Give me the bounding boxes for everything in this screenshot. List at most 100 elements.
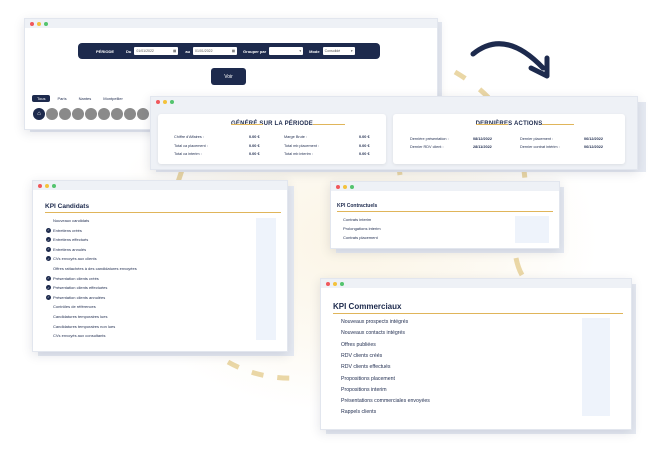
list-item[interactable]: RDV clients créés xyxy=(341,353,382,359)
list-item-label: Candidatures temporaires non lues xyxy=(53,323,116,329)
close-dot-icon[interactable] xyxy=(38,183,42,188)
dernier-contrat-label: Dernier contrat intérim : xyxy=(520,145,560,149)
tab-montpellier[interactable]: Montpellier xyxy=(98,95,128,102)
avatar[interactable] xyxy=(124,108,136,120)
list-item[interactable]: Nouveaux candidats xyxy=(53,218,89,223)
list-item[interactable]: Propositions placement xyxy=(341,376,395,382)
genere-panel: GÉNÉRÉ SUR LA PÉRIODE xyxy=(158,114,386,164)
mb-interim-label: Total mb interim : xyxy=(284,152,313,156)
dernier-placement-value: 06/12/2022 xyxy=(584,137,604,141)
minimize-dot-icon[interactable] xyxy=(37,21,41,26)
list-item-label: Entretiens effectués xyxy=(53,237,89,243)
grouper-select[interactable]: ▾ xyxy=(269,47,304,55)
candidats-sidebar xyxy=(256,218,276,340)
maximize-dot-icon[interactable] xyxy=(44,21,48,26)
check-icon: ✓ xyxy=(46,227,51,233)
dernier-placement-label: Dernier placement : xyxy=(520,137,554,141)
list-item[interactable]: Offres rattachées à des candidatures env… xyxy=(53,266,137,271)
grouper-label: Grouper par xyxy=(243,48,267,54)
date-to-input[interactable]: 01/01/2022 ▦ xyxy=(193,47,238,55)
mb-placement-label: Total mb placement : xyxy=(284,144,320,148)
avatar[interactable] xyxy=(59,108,71,120)
voir-button[interactable]: Voir xyxy=(211,68,246,85)
list-item[interactable]: RDV clients effectués xyxy=(341,364,391,370)
list-item-label: Entretiens créés xyxy=(53,227,82,233)
maximize-dot-icon[interactable] xyxy=(340,281,344,286)
avatar[interactable] xyxy=(137,108,149,120)
window-titlebar xyxy=(33,181,287,190)
mode-select[interactable]: Consolidé ▾ xyxy=(322,47,355,55)
genere-title: GÉNÉRÉ SUR LA PÉRIODE xyxy=(158,121,386,127)
minimize-dot-icon[interactable] xyxy=(45,183,49,188)
list-item[interactable]: Offres publiées xyxy=(341,342,376,348)
list-item[interactable]: ✓ CVs envoyés aux clients xyxy=(46,256,97,262)
dernier-contrat-value: 06/12/2022 xyxy=(584,145,604,149)
list-item[interactable]: Nouveaux contacts intégrés xyxy=(341,330,405,336)
list-item[interactable]: ✓ Présentation clients annulées xyxy=(46,294,105,300)
list-item[interactable]: Contrats placement xyxy=(343,235,378,240)
maximize-dot-icon[interactable] xyxy=(170,99,174,104)
close-dot-icon[interactable] xyxy=(156,99,160,104)
ca-placement-label: Total ca placement : xyxy=(174,144,208,148)
home-icon[interactable]: ⌂ xyxy=(33,108,45,120)
du-label: Du xyxy=(126,48,132,54)
stage: PÉRIODE Du 01/01/2022 ▦ au 01/01/2022 ▦ Gr… xyxy=(0,0,669,457)
avatar[interactable] xyxy=(111,108,123,120)
minimize-dot-icon[interactable] xyxy=(343,184,347,189)
derniere-presentation-label: Dernière présentation : xyxy=(410,137,449,141)
maximize-dot-icon[interactable] xyxy=(52,183,56,188)
mb-placement-value: 0.00 € xyxy=(359,144,370,148)
close-dot-icon[interactable] xyxy=(326,281,330,286)
list-item[interactable]: ✓ Entretiens créés xyxy=(46,227,82,233)
tab-nantes[interactable]: Nantes xyxy=(74,95,97,102)
list-item[interactable]: Contrôles de références xyxy=(53,304,96,309)
tab-paris[interactable]: Paris xyxy=(52,95,71,102)
list-item[interactable]: Prolongations interim xyxy=(343,226,381,231)
list-item-label: Entretiens annulés xyxy=(53,246,87,252)
list-item-label: Candidatures temporaires lues xyxy=(53,314,108,319)
list-item[interactable]: CVs envoyés aux consultants xyxy=(53,333,105,338)
period-filter-bar: PÉRIODE Du 01/01/2022 ▦ au 01/01/2022 ▦ Gr… xyxy=(78,43,380,59)
list-item[interactable]: Candidatures temporaires non lues xyxy=(53,324,115,329)
ca-value: 0.00 € xyxy=(249,135,260,139)
list-item[interactable]: ✓ Entretiens effectués xyxy=(46,237,89,243)
list-item[interactable]: Contrats interim xyxy=(343,217,371,222)
window-titlebar xyxy=(151,97,637,106)
list-item[interactable]: ✓ Présentation clients effectuées xyxy=(46,285,107,291)
list-item[interactable]: ✓ Entretiens annulés xyxy=(46,246,87,252)
agency-tabs: Tous Paris Nantes Montpellier xyxy=(32,95,128,102)
avatar[interactable] xyxy=(46,108,58,120)
avatar[interactable] xyxy=(98,108,110,120)
date-from-input[interactable]: 01/01/2022 ▦ xyxy=(134,47,179,55)
list-item[interactable]: Propositions interim xyxy=(341,387,387,393)
mb-value: 0.00 € xyxy=(359,135,370,139)
ca-interim-value: 0.00 € xyxy=(249,152,260,156)
close-dot-icon[interactable] xyxy=(336,184,340,189)
list-item-label: Nouveaux candidats xyxy=(53,218,90,223)
minimize-dot-icon[interactable] xyxy=(333,281,337,286)
avatar[interactable] xyxy=(72,108,84,120)
minimize-dot-icon[interactable] xyxy=(163,99,167,104)
ca-label: Chiffre d'Affaires : xyxy=(174,135,204,139)
list-item[interactable]: ✓ Présentation clients créés xyxy=(46,275,99,281)
dernier-rdv-value: 28/11/2022 xyxy=(473,145,492,149)
maximize-dot-icon[interactable] xyxy=(350,184,354,189)
arrow-icon xyxy=(470,41,550,79)
ca-placement-value: 0.00 € xyxy=(249,144,260,148)
contractuels-title: KPI Contractuels xyxy=(337,203,553,212)
avatar[interactable] xyxy=(85,108,97,120)
dernier-rdv-label: Dernier RDV client : xyxy=(410,145,444,149)
list-item[interactable]: Rappels clients xyxy=(341,409,376,415)
list-item[interactable]: Nouveaux prospects intégrés xyxy=(341,319,408,325)
tab-tous[interactable]: Tous xyxy=(32,95,51,102)
list-item[interactable]: Candidatures temporaires lues xyxy=(53,314,107,319)
check-icon: ✓ xyxy=(46,246,51,252)
contractuels-sidebar xyxy=(515,216,549,243)
commerciaux-title: KPI Commerciaux xyxy=(333,302,623,314)
list-item[interactable]: Présentations commerciales envoyées xyxy=(341,398,430,404)
list-item-label: Offres rattachées à des candidatures env… xyxy=(53,266,137,271)
close-dot-icon[interactable] xyxy=(30,21,34,26)
commerciaux-sidebar xyxy=(582,318,610,416)
window-titlebar xyxy=(25,19,437,28)
list-item-label: CVs envoyés aux clients xyxy=(53,256,97,262)
